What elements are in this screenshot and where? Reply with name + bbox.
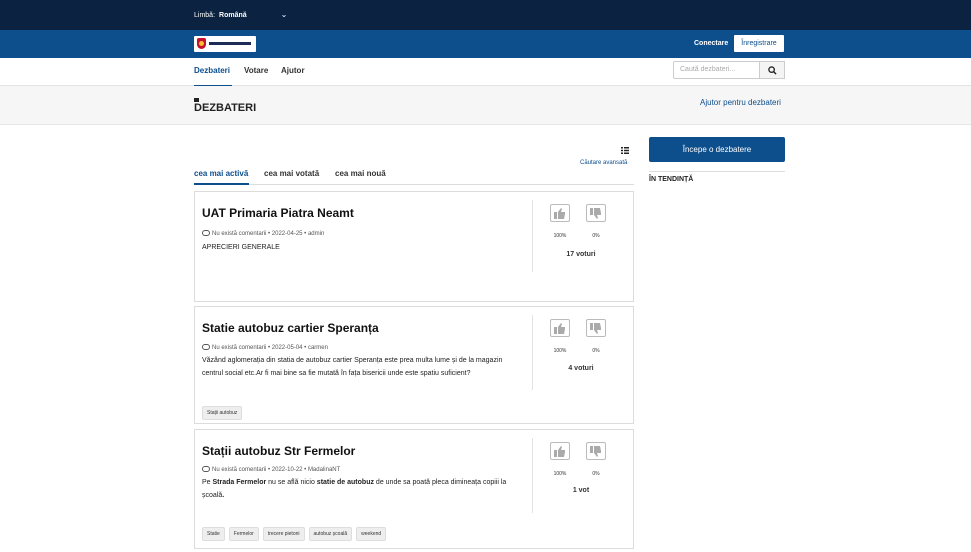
start-debate-button[interactable]: Începe o dezbatere: [649, 137, 785, 162]
debate-author: MadalinaNT: [307, 467, 341, 473]
card-divider: [532, 200, 533, 272]
comment-icon: [202, 466, 210, 472]
login-link[interactable]: Conectare: [694, 40, 728, 47]
debate-date: 2022-10-22: [271, 467, 303, 473]
upvote-percent: 100%: [553, 233, 567, 239]
register-button[interactable]: Înregistrare: [733, 34, 785, 53]
language-value: Română: [219, 12, 247, 19]
downvote-percent: 0%: [592, 348, 600, 354]
main-nav: Dezbateri Votare Ajutor: [0, 58, 971, 87]
comment-icon: [202, 344, 210, 350]
thumbs-up-icon: [554, 445, 565, 457]
downvote-button[interactable]: [586, 442, 606, 460]
thumbs-up-icon: [554, 322, 565, 334]
search-icon: [767, 65, 777, 75]
downvote-button[interactable]: [586, 319, 606, 337]
sort-tabs: cea mai activă cea mai votată cea mai no…: [194, 167, 634, 185]
debate-card[interactable]: Stații autobuz Str Fermelor Nu există co…: [194, 429, 634, 549]
downvote-button[interactable]: [586, 204, 606, 222]
tag-list: Stații autobuz: [202, 401, 246, 420]
comment-count: Nu există comentarii: [212, 345, 267, 351]
advanced-search-link[interactable]: Căutare avansată: [580, 160, 627, 166]
vote-count: 4 voturi: [568, 365, 594, 372]
logo-text: [209, 42, 251, 45]
chevron-down-icon: ⌄: [280, 10, 288, 19]
debate-description: Pe Strada Fermelor nu se află nicio stat…: [202, 479, 507, 499]
upvote-percent: 100%: [553, 471, 567, 477]
vote-count: 1 vot: [572, 487, 590, 494]
site-logo[interactable]: [194, 36, 256, 52]
debate-meta: Nu există comentarii • 2022-04-25 • admi…: [202, 230, 324, 237]
debate-description: APRECIERI GENERALE: [202, 244, 280, 251]
downvote-percent: 0%: [592, 233, 600, 239]
tab-most-active[interactable]: cea mai activă: [194, 169, 248, 178]
vote-count: 17 voturi: [566, 251, 596, 258]
thumbs-up-icon: [554, 207, 565, 219]
debate-meta: Nu există comentarii • 2022-05-04 • carm…: [202, 344, 328, 351]
language-selector[interactable]: Limbă: Română ⌄: [194, 10, 287, 19]
search-button[interactable]: [760, 61, 785, 79]
nav-item-dezbateri[interactable]: Dezbateri: [194, 66, 230, 75]
tab-most-voted[interactable]: cea mai votată: [264, 169, 319, 178]
tag[interactable]: autobuz școală: [308, 527, 353, 541]
tag-list: Statie Fermelor trecere pietoni autobuz șco…: [202, 522, 390, 541]
nav-item-ajutor[interactable]: Ajutor: [281, 66, 305, 75]
debate-author: admin: [307, 231, 325, 237]
upvote-button[interactable]: [550, 319, 570, 337]
debate-card[interactable]: Statie autobuz cartier Speranța Nu exist…: [194, 306, 634, 424]
debate-author: carmen: [307, 345, 328, 351]
tag[interactable]: Stații autobuz: [202, 406, 243, 420]
debate-title[interactable]: Statie autobuz cartier Speranța: [202, 321, 379, 335]
site-header: [0, 30, 971, 58]
nav-item-votare[interactable]: Votare: [244, 66, 268, 75]
language-label: Limbă:: [194, 12, 216, 19]
upvote-button[interactable]: [550, 204, 570, 222]
debate-card[interactable]: UAT Primaria Piatra Neamt Nu există come…: [194, 191, 634, 302]
search-input[interactable]: Caută dezbateri...: [673, 61, 760, 79]
debate-title[interactable]: UAT Primaria Piatra Neamt: [202, 206, 354, 220]
top-bar: Limbă: Română ⌄: [0, 0, 971, 30]
trending-heading: ÎN TENDINȚĂ: [649, 171, 785, 183]
page-title-band: DEZBATERI Ajutor pentru dezbateri: [0, 86, 971, 125]
tag[interactable]: Statie: [202, 527, 225, 541]
thumbs-down-icon: [590, 207, 601, 219]
downvote-percent: 0%: [592, 471, 600, 477]
thumbs-down-icon: [590, 445, 601, 457]
debate-meta: Nu există comentarii • 2022-10-22 • Mada…: [202, 466, 340, 473]
card-divider: [532, 315, 533, 390]
tab-newest[interactable]: cea mai nouă: [335, 169, 386, 178]
tag[interactable]: weekend: [356, 527, 387, 541]
thumbs-down-icon: [590, 322, 601, 334]
upvote-percent: 100%: [553, 348, 567, 354]
list-view-icon[interactable]: [621, 141, 629, 159]
comment-count: Nu există comentarii: [212, 467, 267, 473]
comment-count: Nu există comentarii: [212, 231, 267, 237]
comment-icon: [202, 230, 210, 236]
upvote-button[interactable]: [550, 442, 570, 460]
page-title: DEZBATERI: [194, 102, 257, 114]
debate-title[interactable]: Stații autobuz Str Fermelor: [202, 444, 355, 458]
tag[interactable]: Fermelor: [228, 527, 259, 541]
crest-icon: [197, 38, 206, 49]
debate-date: 2022-05-04: [271, 345, 303, 351]
debate-description: Văzând aglomerația din statia de autobuz…: [202, 357, 503, 377]
help-link[interactable]: Ajutor pentru dezbateri: [700, 98, 781, 107]
debate-date: 2022-04-25: [271, 231, 303, 237]
tab-active-underline: [194, 183, 249, 185]
card-divider: [532, 438, 533, 513]
tag[interactable]: trecere pietoni: [262, 527, 305, 541]
